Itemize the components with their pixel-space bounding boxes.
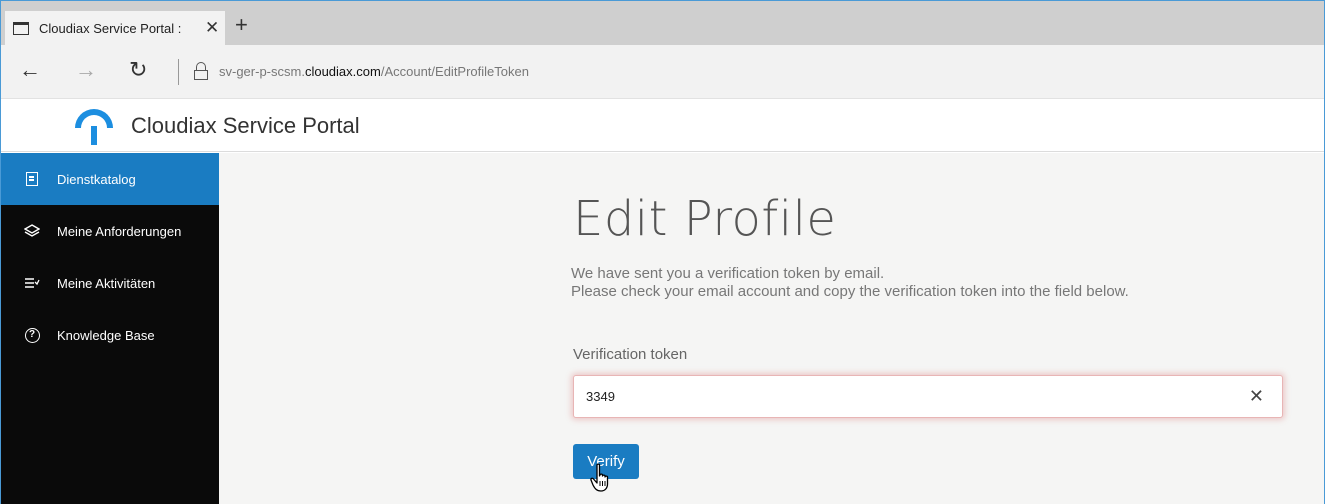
- book-icon: [23, 170, 41, 188]
- url-path: /Account/EditProfileToken: [380, 64, 529, 79]
- reload-icon[interactable]: ↻: [129, 59, 147, 81]
- back-arrow-icon[interactable]: ←: [19, 59, 41, 81]
- description-text: We have sent you a verification token by…: [571, 265, 1221, 301]
- forward-arrow-icon[interactable]: →: [75, 59, 97, 81]
- portal-title[interactable]: Cloudiax Service Portal: [131, 113, 360, 139]
- token-label: Verification token: [573, 346, 688, 363]
- sidebar-item-knowledge-base[interactable]: ? Knowledge Base: [1, 309, 219, 361]
- lock-icon: [194, 62, 208, 80]
- cloudiax-logo-icon[interactable]: [73, 109, 117, 147]
- sidebar-item-label: Dienstkatalog: [57, 171, 136, 187]
- browser-tab-bar: Cloudiax Service Portal : ✕ +: [1, 1, 1324, 45]
- sidebar-item-dienstkatalog[interactable]: Dienstkatalog: [1, 153, 219, 205]
- token-field[interactable]: ✕: [573, 375, 1283, 418]
- main-content: Edit Profile We have sent you a verifica…: [219, 153, 1324, 504]
- url-prefix: sv-ger-p-scsm.: [219, 64, 305, 79]
- portal-header: Cloudiax Service Portal: [1, 100, 1324, 152]
- layers-icon: [23, 222, 41, 240]
- sidebar: Dienstkatalog Meine Anforderungen Meine …: [1, 153, 219, 504]
- sidebar-item-label: Meine Aktivitäten: [57, 275, 156, 291]
- address-divider: [178, 59, 179, 85]
- new-tab-icon[interactable]: +: [235, 14, 248, 36]
- sidebar-item-meine-aktivitaeten[interactable]: Meine Aktivitäten: [1, 257, 219, 309]
- hand-cursor-icon: [590, 463, 609, 492]
- clear-icon[interactable]: ✕: [1249, 387, 1264, 405]
- page-icon: [13, 21, 29, 35]
- tab-title: Cloudiax Service Portal :: [39, 20, 182, 36]
- page-title: Edit Profile: [573, 191, 837, 247]
- token-input[interactable]: [586, 389, 1226, 404]
- url-domain: cloudiax.com: [304, 64, 381, 79]
- description-line: Please check your email account and copy…: [571, 283, 1129, 300]
- browser-tab[interactable]: Cloudiax Service Portal : ✕: [5, 11, 225, 45]
- sidebar-item-label: Meine Anforderungen: [57, 223, 182, 239]
- sidebar-item-label: Knowledge Base: [57, 327, 155, 343]
- sidebar-item-meine-anforderungen[interactable]: Meine Anforderungen: [1, 205, 219, 257]
- help-icon: ?: [23, 326, 41, 344]
- url-field[interactable]: sv-ger-p-scsm.cloudiax.com/Account/EditP…: [219, 64, 529, 79]
- description-line: We have sent you a verification token by…: [571, 265, 885, 282]
- browser-address-bar: ← → ↻ sv-ger-p-scsm.cloudiax.com/Account…: [1, 45, 1324, 99]
- tab-close-icon[interactable]: ✕: [205, 18, 219, 38]
- checklist-icon: [23, 274, 41, 292]
